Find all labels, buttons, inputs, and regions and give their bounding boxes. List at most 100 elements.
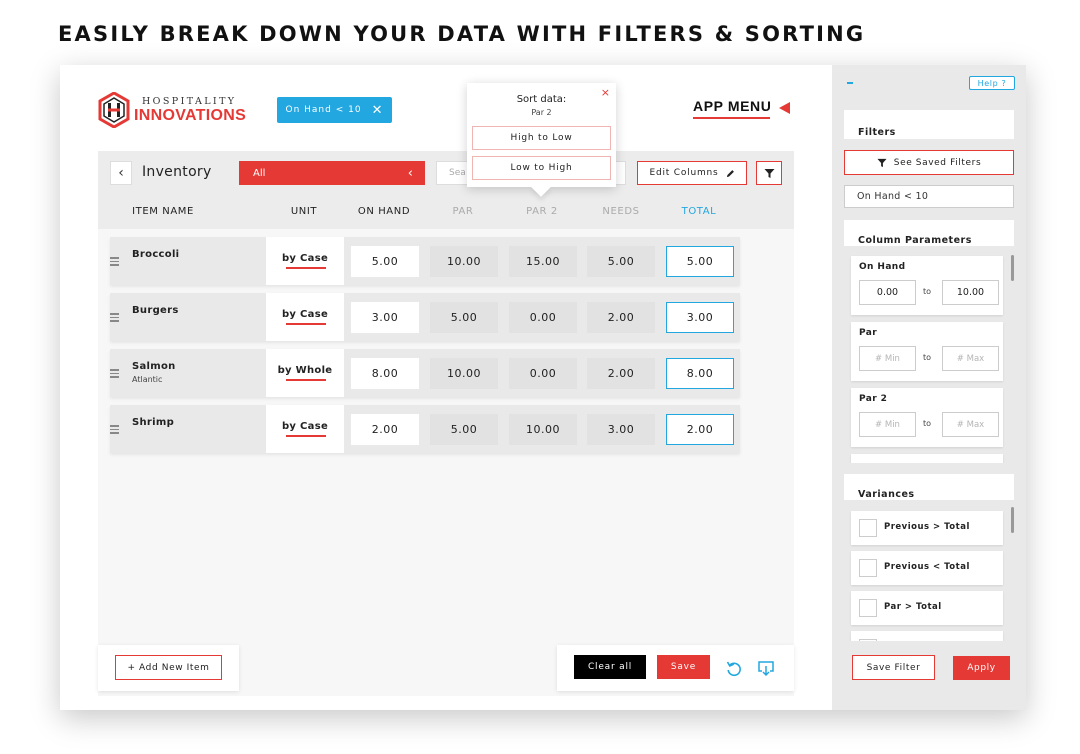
total-input[interactable]: 2.00 <box>666 414 734 445</box>
parameters-scrollbar[interactable] <box>1011 255 1014 281</box>
column-parameters-title: Column Parameters <box>858 235 972 246</box>
param-name: On Hand <box>859 262 906 272</box>
unit-cell[interactable]: by Case <box>266 237 344 285</box>
variance-checkbox[interactable] <box>859 559 877 577</box>
drag-handle-icon[interactable] <box>110 369 119 380</box>
arrow-left-icon <box>779 102 790 114</box>
app-menu-underline <box>693 117 770 119</box>
unit-label: by Case <box>281 309 329 320</box>
variances-scrollbar[interactable] <box>1011 507 1014 533</box>
sort-low-to-high-button[interactable]: Low to High <box>472 156 611 180</box>
add-item-bar: + Add New Item <box>98 645 239 691</box>
variance-option[interactable]: Previous > Total <box>851 511 1003 545</box>
sort-high-to-low-button[interactable]: High to Low <box>472 126 611 150</box>
param-min-input[interactable]: # Min <box>859 412 916 437</box>
back-button[interactable]: ‹ <box>110 161 132 185</box>
drag-handle-icon[interactable] <box>110 425 119 436</box>
drag-handle-icon[interactable] <box>110 313 119 324</box>
unit-underline <box>286 323 326 325</box>
save-filter-button[interactable]: Save Filter <box>852 655 935 680</box>
par-value: 5.00 <box>430 414 498 445</box>
total-input[interactable]: 3.00 <box>666 302 734 333</box>
needs-value: 2.00 <box>587 302 655 333</box>
table-row[interactable]: Shrimp by Case 2.00 5.00 10.00 3.00 2.00 <box>110 405 740 453</box>
variance-checkbox[interactable] <box>859 599 877 617</box>
unit-cell[interactable]: by Whole <box>266 349 344 397</box>
variances-list[interactable]: Previous > Total Previous < Total Par > … <box>846 508 1008 641</box>
param-max-input[interactable]: # Max <box>942 346 999 371</box>
add-new-item-button[interactable]: + Add New Item <box>115 655 222 680</box>
variances-title: Variances <box>858 489 915 500</box>
variance-checkbox[interactable] <box>859 519 877 537</box>
item-name: Salmon <box>132 361 176 372</box>
param-min-input[interactable]: 0.00 <box>859 280 916 305</box>
column-header-item-name[interactable]: ITEM NAME <box>118 206 208 217</box>
undo-button[interactable] <box>723 657 745 679</box>
table-header: ITEM NAME UNIT ON HAND PAR PAR 2 NEEDS T… <box>98 195 794 229</box>
variance-label: Par > Total <box>884 602 942 612</box>
par2-value: 0.00 <box>509 302 577 333</box>
param-par: Par # Min to # Max <box>851 322 1003 381</box>
unit-label: by Whole <box>277 365 333 376</box>
on-hand-input[interactable]: 5.00 <box>351 246 419 277</box>
par-value: 10.00 <box>430 246 498 277</box>
column-header-par[interactable]: PAR <box>429 206 497 217</box>
param-min-input[interactable]: # Min <box>859 346 916 371</box>
table-row[interactable]: Burgers by Case 3.00 5.00 0.00 2.00 3.00 <box>110 293 740 341</box>
clear-all-button[interactable]: Clear all <box>574 655 646 679</box>
see-saved-filters-label: See Saved Filters <box>893 157 982 168</box>
column-header-par-2[interactable]: PAR 2 <box>508 206 576 217</box>
par2-value: 10.00 <box>509 414 577 445</box>
on-hand-input[interactable]: 2.00 <box>351 414 419 445</box>
inventory-panel: ‹ Inventory All ‹ Sea Edit Columns ITEM … <box>98 151 794 696</box>
unit-label: by Case <box>281 253 329 264</box>
column-header-needs[interactable]: NEEDS <box>587 206 655 217</box>
collapse-sidebar-icon[interactable] <box>847 82 853 84</box>
variance-label: Previous > Total <box>884 522 970 532</box>
par-value: 10.00 <box>430 358 498 389</box>
category-dropdown[interactable]: All ‹ <box>239 161 425 185</box>
column-header-on-hand[interactable]: ON HAND <box>350 206 418 217</box>
unit-underline <box>286 435 326 437</box>
active-filter-chip[interactable]: On Hand < 10 ✕ <box>277 97 392 123</box>
column-header-total[interactable]: TOTAL <box>665 206 733 217</box>
unit-cell[interactable]: by Case <box>266 293 344 341</box>
column-parameters-list[interactable]: On Hand 0.00 to 10.00 Par # Min to # Max… <box>846 253 1008 463</box>
par-value: 5.00 <box>430 302 498 333</box>
column-header-unit[interactable]: UNIT <box>270 206 338 217</box>
help-button[interactable]: Help ? <box>969 76 1015 90</box>
drag-handle-icon[interactable] <box>110 257 119 268</box>
table-row[interactable]: Broccoli by Case 5.00 10.00 15.00 5.00 5… <box>110 237 740 285</box>
edit-columns-label: Edit Columns <box>649 168 719 178</box>
export-button[interactable] <box>755 657 777 679</box>
brand-line-2: INNOVATIONS <box>134 107 247 124</box>
unit-label: by Case <box>281 421 329 432</box>
save-button[interactable]: Save <box>657 655 710 679</box>
see-saved-filters-button[interactable]: See Saved Filters <box>844 150 1014 175</box>
param-max-input[interactable]: # Max <box>942 412 999 437</box>
column-parameters-header: Column Parameters <box>844 220 1014 246</box>
total-input[interactable]: 8.00 <box>666 358 734 389</box>
unit-cell[interactable]: by Case <box>266 405 344 453</box>
filter-expression-field[interactable]: On Hand < 10 <box>844 185 1014 208</box>
variance-option-partial[interactable] <box>851 631 1003 641</box>
close-icon[interactable]: ✕ <box>372 104 384 117</box>
total-input[interactable]: 5.00 <box>666 246 734 277</box>
filter-button[interactable] <box>756 161 782 185</box>
app-menu-button[interactable]: APP MENU <box>693 98 771 114</box>
on-hand-input[interactable]: 3.00 <box>351 302 419 333</box>
item-subtitle: Atlantic <box>132 375 163 384</box>
brand-logo[interactable]: HOSPITALITY INNOVATIONS <box>98 92 246 128</box>
download-icon <box>758 661 774 677</box>
apply-button[interactable]: Apply <box>953 656 1010 680</box>
variance-checkbox[interactable] <box>859 639 877 641</box>
table-row[interactable]: Salmon Atlantic by Whole 8.00 10.00 0.00… <box>110 349 740 397</box>
param-max-input[interactable]: 10.00 <box>942 280 999 305</box>
on-hand-input[interactable]: 8.00 <box>351 358 419 389</box>
param-to-label: to <box>923 287 932 296</box>
edit-columns-button[interactable]: Edit Columns <box>637 161 747 185</box>
param-to-label: to <box>923 353 932 362</box>
variance-option[interactable]: Previous < Total <box>851 551 1003 585</box>
unit-underline <box>286 379 326 381</box>
variance-option[interactable]: Par > Total <box>851 591 1003 625</box>
